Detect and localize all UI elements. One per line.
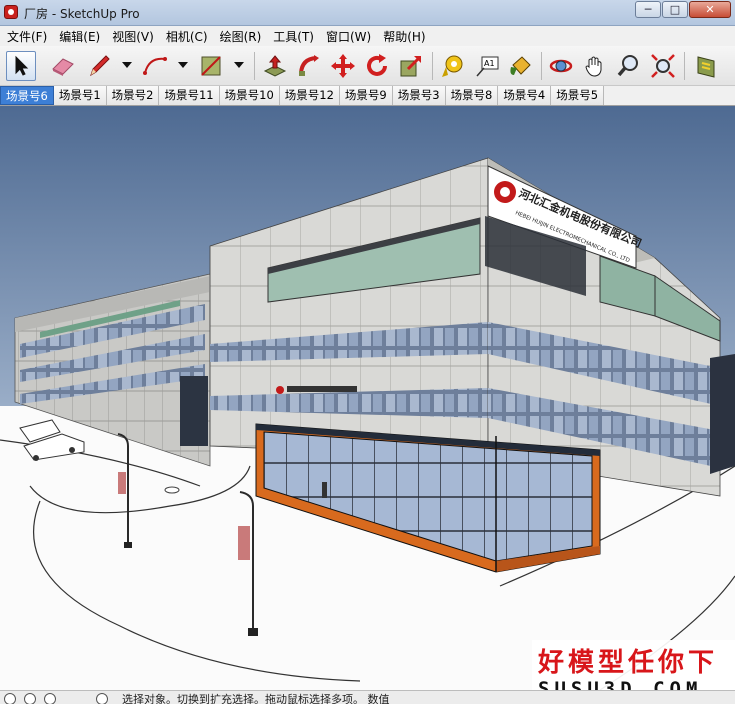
pan-icon [585,56,602,77]
title-bar: 厂房 - SketchUp Pro ─ □ ✕ [0,0,735,26]
menu-camera[interactable]: 相机(C) [161,28,215,45]
scene-tab[interactable]: 场景号3 [392,86,446,105]
pencil-tool-button[interactable] [84,51,114,81]
scale-tool-button[interactable] [396,51,426,81]
scale-icon [400,55,422,77]
arc-dropdown-icon[interactable] [178,62,188,68]
menu-tools[interactable]: 工具(T) [268,28,321,45]
lamp-banner [118,472,126,494]
pencil-dropdown-icon[interactable] [122,62,132,68]
pencil-icon [90,55,110,77]
svg-text:A1: A1 [484,59,495,68]
menu-edit[interactable]: 编辑(E) [54,28,107,45]
menu-draw[interactable]: 绘图(R) [215,28,269,45]
scene-tab[interactable]: 场景号5 [551,86,605,105]
text-tool-button[interactable]: A1 [472,51,502,81]
help-icon[interactable] [96,693,108,704]
orbit-icon [549,59,573,73]
scene-tab[interactable]: 场景号1 [53,86,107,105]
credits-icon[interactable] [44,693,56,704]
select-tool-button[interactable] [6,51,36,81]
eraser-tool-button[interactable] [48,51,78,81]
menu-help[interactable]: 帮助(H) [378,28,432,45]
scene-tab[interactable]: 场景号8 [445,86,499,105]
scene-tabs: 场景号6 场景号1 场景号2 场景号11 场景号10 场景号12 场景号9 场景… [0,86,735,106]
maximize-button[interactable]: □ [662,1,688,18]
select-icon [15,55,29,76]
pan-tool-button[interactable] [580,51,610,81]
person-figure [322,482,327,498]
shape-dropdown-icon[interactable] [234,62,244,68]
push-pull-icon [263,55,287,77]
toolbar-separator [541,52,542,80]
tape-measure-icon [442,55,463,77]
geo-location-icon[interactable] [24,693,36,704]
move-icon [331,54,355,78]
toolbar-separator [254,52,255,80]
zoom-extents-icon [651,54,675,78]
scene-tab[interactable]: 场景号2 [106,86,160,105]
facade-logo-icon [276,386,284,394]
scene-tab[interactable]: 场景号10 [219,86,280,105]
info-icon[interactable] [4,693,16,704]
section-icon [697,56,715,78]
paint-bucket-icon [510,56,531,75]
arc-icon [143,57,167,75]
text-icon: A1 [476,56,499,77]
toolbar-separator [684,52,685,80]
model-viewport[interactable]: 河北汇金机电股份有限公司 HEBEI HUIJIN ELECTROMECHANI… [0,106,735,690]
model-render: 河北汇金机电股份有限公司 HEBEI HUIJIN ELECTROMECHANI… [0,106,735,690]
paint-bucket-tool-button[interactable] [506,51,536,81]
street-marker [164,486,180,494]
zoom-tool-button[interactable] [614,51,644,81]
orbit-tool-button[interactable] [546,51,576,81]
sketchup-logo-icon [4,5,18,19]
status-bar: 选择对象。切换到扩充选择。拖动鼠标选择多项。 数值 [0,690,735,704]
scene-tab[interactable]: 场景号4 [498,86,552,105]
menu-view[interactable]: 视图(V) [107,28,161,45]
rotate-icon [367,54,387,76]
toolbar-separator [432,52,433,80]
status-message: 选择对象。切换到扩充选择。拖动鼠标选择多项。 数值 [122,693,390,704]
move-tool-button[interactable] [328,51,358,81]
scene-tab[interactable]: 场景号9 [339,86,393,105]
follow-me-icon [299,55,319,76]
arc-tool-button[interactable] [140,51,170,81]
scene-tab[interactable]: 场景号11 [159,86,220,105]
scene-tab[interactable]: 场景号6 [0,86,54,105]
minimize-button[interactable]: ─ [635,1,661,18]
eraser-icon [52,58,74,76]
toolbar: A1 [0,46,735,86]
push-pull-tool-button[interactable] [260,51,290,81]
window-controls: ─ □ ✕ [634,1,731,18]
menu-bar: 文件(F) 编辑(E) 视图(V) 相机(C) 绘图(R) 工具(T) 窗口(W… [0,26,735,46]
zoom-extents-tool-button[interactable] [648,51,678,81]
close-button[interactable]: ✕ [689,1,731,18]
menu-window[interactable]: 窗口(W) [321,28,378,45]
follow-me-tool-button[interactable] [294,51,324,81]
zoom-icon [617,55,638,77]
rectangle-tool-button[interactable] [196,51,226,81]
window-title: 厂房 - SketchUp Pro [24,7,140,21]
menu-file[interactable]: 文件(F) [2,28,54,45]
rotate-tool-button[interactable] [362,51,392,81]
section-plane-tool-button[interactable] [692,51,722,81]
watermark-slogan: 好模型任你下 [538,648,719,678]
scene-tab[interactable]: 场景号12 [279,86,340,105]
tape-measure-tool-button[interactable] [438,51,468,81]
rectangle-icon [201,56,221,76]
entrance-door [180,376,208,446]
lamp-banner [238,526,250,560]
